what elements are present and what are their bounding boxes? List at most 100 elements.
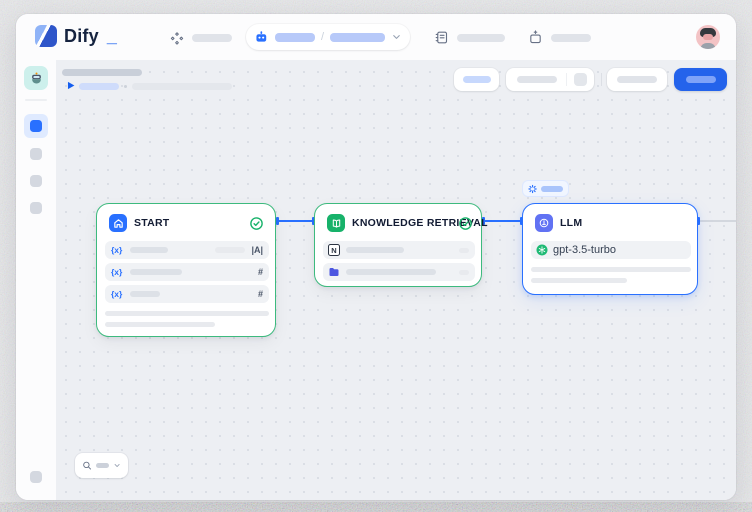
preview-split-button[interactable] — [506, 68, 594, 91]
workflow-title-skeleton — [62, 69, 142, 76]
node-start[interactable]: START {x} |A| {x} # {x} — [96, 203, 276, 337]
app-name-skeleton — [275, 33, 315, 42]
docs-label-skeleton — [457, 34, 505, 42]
edge-llm-outgoing — [699, 220, 736, 222]
docs-link[interactable] — [434, 30, 505, 45]
node-desc-skeleton — [531, 278, 627, 283]
features-button[interactable] — [454, 68, 499, 91]
top-header: Dify _ / — [16, 14, 736, 60]
app-breadcrumb[interactable]: / — [246, 24, 410, 50]
variable-icon: {x} — [111, 267, 122, 277]
node-title: LLM — [560, 217, 582, 229]
zoom-search-icon — [82, 460, 92, 471]
background-noise-strip — [0, 502, 752, 512]
run-meta-skeleton — [132, 83, 232, 90]
success-check-icon — [249, 216, 264, 231]
variable-icon: {x} — [111, 245, 122, 255]
edge-start-to-knowledge — [277, 220, 314, 222]
sidebar-item-workflow-active[interactable] — [24, 114, 48, 138]
dify-logo-text: Dify — [64, 26, 99, 47]
llm-running-badge — [522, 180, 569, 197]
node-desc-skeleton — [105, 322, 215, 327]
publish-label-skeleton — [686, 76, 716, 83]
dataset-name-skeleton — [346, 269, 436, 275]
dataset-row: N — [323, 241, 475, 259]
dataset-meta-skeleton — [459, 270, 469, 275]
success-check-icon — [458, 216, 473, 231]
toolbar-divider — [601, 73, 602, 86]
node-desc-skeleton — [531, 267, 691, 272]
running-label-skeleton — [541, 186, 563, 192]
user-avatar[interactable] — [696, 25, 720, 49]
var-value-skeleton — [215, 247, 245, 253]
workspace-name-skeleton — [192, 34, 232, 42]
llm-icon — [535, 214, 553, 232]
notebook-icon — [434, 30, 449, 45]
sidebar-item-4[interactable] — [30, 202, 42, 214]
start-var-row: {x} # — [105, 285, 269, 303]
spinner-icon — [528, 184, 537, 194]
openai-icon — [536, 244, 548, 256]
plugins-label-skeleton — [551, 34, 591, 42]
dify-logo[interactable]: Dify _ — [35, 25, 117, 47]
workspace-switcher[interactable] — [170, 31, 232, 45]
dataset-meta-skeleton — [459, 248, 469, 253]
dataset-name-skeleton — [346, 247, 404, 253]
sidebar-item-3[interactable] — [30, 175, 42, 187]
var-name-skeleton — [130, 269, 182, 275]
app-robot-icon — [254, 29, 269, 45]
preview-label-skeleton — [517, 76, 557, 83]
avatar-face — [703, 34, 713, 40]
node-llm[interactable]: LLM gpt-3.5-turbo — [522, 203, 698, 295]
run-app-button[interactable] — [607, 68, 667, 91]
dify-logo-icon — [35, 25, 57, 47]
start-var-row: {x} |A| — [105, 241, 269, 259]
node-desc-skeleton — [105, 311, 269, 316]
var-name-skeleton — [130, 291, 160, 297]
model-name: gpt-3.5-turbo — [553, 244, 616, 256]
plugin-icon — [528, 30, 543, 45]
workflow-canvas[interactable]: START {x} |A| {x} # {x} — [56, 60, 736, 500]
string-type-icon: |A| — [251, 245, 263, 255]
zoom-control[interactable] — [75, 453, 128, 478]
dataset-row — [323, 263, 475, 281]
start-var-row: {x} # — [105, 263, 269, 281]
features-label-skeleton — [463, 76, 491, 83]
avatar-body — [700, 43, 716, 49]
app-emoji-robot-icon — [29, 71, 44, 86]
switch-icon — [170, 31, 184, 45]
edge-knowledge-to-llm — [483, 220, 522, 222]
variable-icon: {x} — [111, 289, 122, 299]
book-icon — [327, 214, 345, 232]
number-type-icon: # — [258, 267, 263, 277]
workflow-tool-icon — [30, 120, 42, 132]
node-llm-header: LLM — [535, 214, 582, 232]
dify-logo-cursor: _ — [107, 26, 117, 47]
zoom-chevron-down-icon — [113, 461, 121, 470]
workflow-name-skeleton — [330, 33, 385, 42]
preview-menu-skeleton[interactable] — [574, 73, 587, 86]
dot-separator — [124, 85, 127, 88]
zoom-value-skeleton — [96, 463, 109, 468]
node-knowledge-retrieval[interactable]: KNOWLEDGE RETRIEVAL N — [314, 203, 482, 287]
dify-app-window: Dify _ / — [16, 14, 736, 500]
main-area: START {x} |A| {x} # {x} — [16, 60, 736, 500]
sidebar-item-bottom[interactable] — [30, 471, 42, 483]
sidebar-app-icon[interactable] — [24, 66, 48, 90]
node-start-header: START — [109, 214, 169, 232]
breadcrumb-separator: / — [321, 31, 324, 43]
notion-icon: N — [328, 244, 340, 256]
chevron-down-icon — [391, 31, 402, 43]
run-play-icon[interactable] — [65, 80, 76, 91]
run-app-label-skeleton — [617, 76, 657, 83]
run-status-skeleton — [79, 83, 119, 90]
folder-icon — [328, 266, 340, 278]
model-row: gpt-3.5-turbo — [531, 241, 691, 259]
var-name-skeleton — [130, 247, 168, 253]
sidebar-item-2[interactable] — [30, 148, 42, 160]
node-title: START — [134, 217, 169, 229]
publish-button[interactable] — [674, 68, 727, 91]
number-type-icon: # — [258, 289, 263, 299]
plugins-link[interactable] — [528, 30, 591, 45]
sidebar-divider — [25, 99, 47, 101]
